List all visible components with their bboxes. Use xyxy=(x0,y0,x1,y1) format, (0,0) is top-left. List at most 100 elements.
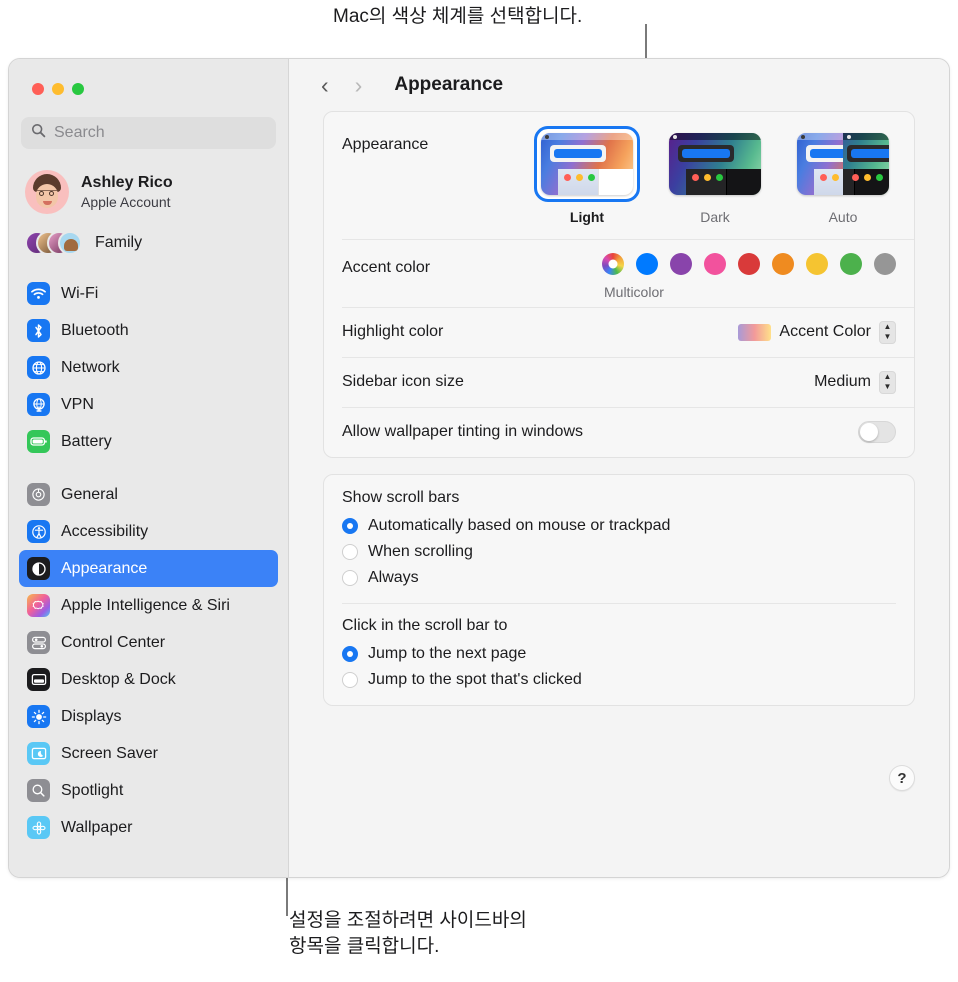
accent-color-label: Accent color xyxy=(342,259,431,276)
light-theme-thumbnail xyxy=(541,133,633,195)
sidebar-item-spotlight[interactable]: Spotlight xyxy=(19,772,278,809)
appearance-option-dark[interactable]: Dark xyxy=(662,126,768,225)
sidebar-item-general[interactable]: General xyxy=(19,476,278,513)
brightness-icon xyxy=(27,705,50,728)
sidebar-item-control-center[interactable]: Control Center xyxy=(19,624,278,661)
accent-swatch-red[interactable] xyxy=(738,253,760,275)
sidebar-item-label: General xyxy=(61,485,118,503)
sidebar-item-label: Spotlight xyxy=(61,781,124,799)
sidebar-item-displays[interactable]: Displays xyxy=(19,698,278,735)
radio-label: Jump to the spot that's clicked xyxy=(368,671,582,688)
radio-jump-to-spot[interactable]: Jump to the spot that's clicked xyxy=(342,667,896,693)
sidebar-item-wi-fi[interactable]: Wi-Fi xyxy=(19,275,278,312)
radio-label: Automatically based on mouse or trackpad xyxy=(368,517,671,534)
sidebar-item-label: VPN xyxy=(61,395,94,413)
chevron-updown-icon[interactable]: ▲ ▼ xyxy=(879,320,896,344)
accent-swatch-graphite[interactable] xyxy=(874,253,896,275)
sidebar-item-battery[interactable]: Battery xyxy=(19,423,278,460)
sidebar-icon-size-popup[interactable]: Medium ▲ ▼ xyxy=(814,370,896,394)
sidebar-item-label: Network xyxy=(61,358,120,376)
radio-jump-next-page[interactable]: Jump to the next page xyxy=(342,641,896,667)
help-button[interactable]: ? xyxy=(889,765,915,791)
search-placeholder: Search xyxy=(54,124,105,141)
sidebar-item-vpn[interactable]: VPN xyxy=(19,386,278,423)
radio-button-icon[interactable] xyxy=(342,544,358,560)
screen-saver-icon xyxy=(27,742,50,765)
bluetooth-icon xyxy=(27,319,50,342)
highlight-color-popup[interactable]: Accent Color ▲ ▼ xyxy=(738,320,896,344)
auto-theme-thumbnail xyxy=(797,133,889,195)
sidebar: Search Ashley Rico Apple Account Family xyxy=(9,59,289,877)
accent-color-row: Accent color Multicolor xyxy=(324,239,914,307)
sidebar-item-network[interactable]: Network xyxy=(19,349,278,386)
account-subtitle: Apple Account xyxy=(81,193,171,210)
radio-when-scrolling[interactable]: When scrolling xyxy=(342,539,896,565)
accent-color-swatches xyxy=(602,253,896,275)
appearance-option-label: Light xyxy=(569,209,605,225)
sidebar-item-label: Accessibility xyxy=(61,522,149,540)
appearance-contrast-icon xyxy=(27,557,50,580)
show-scroll-bars-group: Show scroll bars Automatically based on … xyxy=(324,475,914,603)
appearance-option-light[interactable]: Light xyxy=(534,126,640,225)
search-input[interactable]: Search xyxy=(21,117,276,149)
radio-label: When scrolling xyxy=(368,543,473,560)
accent-swatch-yellow[interactable] xyxy=(806,253,828,275)
sidebar-item-apple-intelligence-siri[interactable]: Apple Intelligence & Siri xyxy=(19,587,278,624)
sidebar-item-label: Battery xyxy=(61,432,112,450)
sidebar-item-family[interactable]: Family xyxy=(25,225,278,261)
family-label: Family xyxy=(95,234,143,251)
sidebar-item-bluetooth[interactable]: Bluetooth xyxy=(19,312,278,349)
appearance-label: Appearance xyxy=(342,136,429,153)
accent-swatch-green[interactable] xyxy=(840,253,862,275)
vpn-globe-icon xyxy=(27,393,50,416)
accent-swatch-blue[interactable] xyxy=(636,253,658,275)
appearance-options: Light Dark Auto xyxy=(534,126,896,225)
radio-button-icon[interactable] xyxy=(342,570,358,586)
radio-button-icon[interactable] xyxy=(342,518,358,534)
sidebar-icon-size-value: Medium xyxy=(814,373,871,390)
show-scroll-bars-label: Show scroll bars xyxy=(342,489,460,506)
radio-automatically[interactable]: Automatically based on mouse or trackpad xyxy=(342,513,896,539)
appearance-option-label: Dark xyxy=(700,209,730,225)
close-button[interactable] xyxy=(32,83,44,95)
sidebar-item-label: Control Center xyxy=(61,633,166,651)
accent-swatch-orange[interactable] xyxy=(772,253,794,275)
sidebar-item-screen-saver[interactable]: Screen Saver xyxy=(19,735,278,772)
account-name: Ashley Rico xyxy=(81,173,173,191)
radio-label: Always xyxy=(368,569,419,586)
sidebar-item-appearance[interactable]: Appearance xyxy=(19,550,278,587)
highlight-color-label: Highlight color xyxy=(342,323,444,340)
window-controls xyxy=(19,59,278,95)
chevron-right-icon[interactable]: › xyxy=(349,72,369,99)
accent-swatch-pink[interactable] xyxy=(704,253,726,275)
sidebar-item-desktop-dock[interactable]: Desktop & Dock xyxy=(19,661,278,698)
scroll-bar-click-group: Click in the scroll bar to Jump to the n… xyxy=(324,603,914,705)
sidebar-item-label: Wallpaper xyxy=(61,818,133,836)
appearance-option-label: Auto xyxy=(828,209,858,225)
minimize-button[interactable] xyxy=(52,83,64,95)
appearance-option-auto[interactable]: Auto xyxy=(790,126,896,225)
radio-button-icon[interactable] xyxy=(342,672,358,688)
sidebar-item-label: Wi-Fi xyxy=(61,284,99,302)
sidebar-item-label: Apple Intelligence & Siri xyxy=(61,596,230,614)
scroll-bar-click-label: Click in the scroll bar to xyxy=(342,617,508,634)
radio-always[interactable]: Always xyxy=(342,565,896,591)
accent-swatch-purple[interactable] xyxy=(670,253,692,275)
detail-pane: ‹ › Appearance Appearance Light Dark Aut… xyxy=(289,59,949,877)
account-row[interactable]: Ashley Rico Apple Account xyxy=(25,167,278,217)
sidebar-item-label: Desktop & Dock xyxy=(61,670,176,688)
accent-swatch-multicolor[interactable] xyxy=(602,253,624,275)
settings-content: Appearance Light Dark Auto Accent color … xyxy=(289,111,949,706)
sidebar-group-system: General Accessibility Appearance Apple I… xyxy=(19,476,278,846)
zoom-button[interactable] xyxy=(72,83,84,95)
radio-button-icon[interactable] xyxy=(342,646,358,662)
globe-icon xyxy=(27,356,50,379)
chevron-left-icon[interactable]: ‹ xyxy=(315,72,335,99)
wallpaper-tinting-toggle[interactable] xyxy=(858,421,896,443)
highlight-color-swatch xyxy=(738,323,772,341)
radio-label: Jump to the next page xyxy=(368,645,527,662)
sidebar-item-label: Appearance xyxy=(61,559,148,577)
chevron-updown-icon[interactable]: ▲ ▼ xyxy=(879,370,896,394)
sidebar-item-accessibility[interactable]: Accessibility xyxy=(19,513,278,550)
sidebar-item-wallpaper[interactable]: Wallpaper xyxy=(19,809,278,846)
